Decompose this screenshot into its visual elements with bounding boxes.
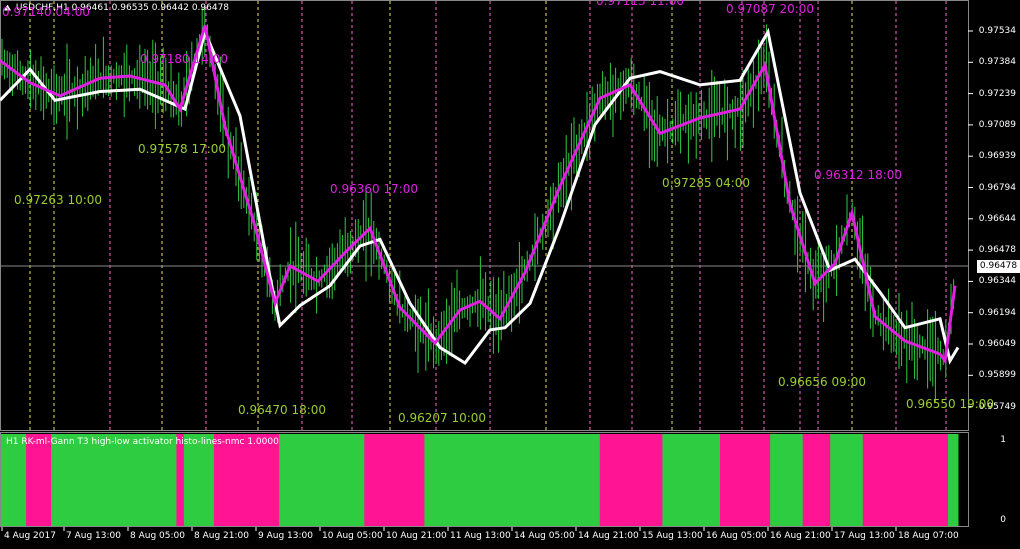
time-label: 16 Aug 05:00: [706, 531, 767, 541]
time-label: 4 Aug 2017: [4, 531, 56, 541]
current-price-badge: 0.96478: [977, 260, 1020, 273]
histogram-segment: [599, 434, 663, 526]
histogram-segment: [51, 434, 177, 526]
price-annotation: 0.97263 10:00: [14, 193, 103, 207]
symbol-ohlc: 0.96461 0.96535 0.96442 0.96478: [71, 3, 230, 13]
price-annotation: 0.96470 18:00: [238, 403, 327, 417]
price-annotation: 0.96656 09:00: [778, 375, 867, 389]
time-label: 14 Aug 05:00: [514, 531, 575, 541]
price-label: 0.96478: [978, 245, 1016, 256]
price-label: 0.96344: [978, 276, 1016, 287]
histogram-segment: [770, 434, 804, 526]
time-label: 18 Aug 07:00: [898, 531, 959, 541]
price-label: 0.96644: [978, 213, 1016, 224]
histogram-segment: [26, 434, 52, 526]
histogram-segment: [183, 434, 215, 526]
histogram-segment: [176, 434, 185, 526]
indicator-scale-label: 0: [1000, 515, 1006, 525]
price-label: 0.97534: [978, 26, 1016, 36]
time-label: 7 Aug 13:00: [66, 531, 121, 541]
price-annotation: 0.96312 18:00: [814, 168, 903, 182]
time-label: 8 Aug 05:00: [130, 531, 185, 541]
price-label: 0.96939: [978, 151, 1016, 162]
price-label: 0.96049: [978, 339, 1016, 349]
time-label: 14 Aug 21:00: [578, 531, 639, 541]
price-annotation: 0.97087 20:00: [726, 2, 815, 16]
time-label: 8 Aug 21:00: [194, 531, 249, 541]
histogram-segment: [802, 434, 831, 526]
price-label: 0.96194: [978, 307, 1016, 318]
histogram-segment: [213, 434, 280, 526]
time-label: 11 Aug 13:00: [450, 531, 511, 541]
histogram-segment: [279, 434, 365, 526]
price-annotation: 0.97113 11:00: [596, 0, 685, 8]
histogram-segment: [662, 434, 721, 526]
time-label: 15 Aug 13:00: [642, 531, 703, 541]
price-label: 0.97239: [978, 88, 1016, 99]
activator-histogram: [1, 434, 959, 526]
price-annotation: 0.97578 17:00: [138, 142, 227, 156]
histogram-segment: [862, 434, 949, 526]
time-label: 17 Aug 13:00: [834, 531, 895, 541]
price-label: 0.97089: [978, 119, 1016, 130]
chart-canvas[interactable]: [0, 0, 1020, 549]
price-annotation: 0.96207 10:00: [398, 411, 487, 425]
price-label: 0.96794: [978, 182, 1016, 193]
price-annotation: 0.96550 19:00: [906, 397, 995, 411]
time-label: 10 Aug 21:00: [386, 531, 447, 541]
time-label: 10 Aug 05:00: [322, 531, 383, 541]
price-annotation: 0.97180 14:00: [140, 52, 229, 66]
histogram-segment: [948, 434, 959, 526]
price-annotation: 0.97285 04:00: [662, 176, 751, 190]
time-label: 16 Aug 21:00: [770, 531, 831, 541]
time-label: 9 Aug 13:00: [258, 531, 313, 541]
indicator-scale-label: 1: [1000, 435, 1006, 445]
histogram-segment: [424, 434, 601, 526]
histogram-segment: [1, 434, 27, 526]
price-label: 0.97384: [978, 57, 1016, 68]
histogram-segment: [720, 434, 771, 526]
price-label: 0.95899: [978, 370, 1016, 381]
histogram-segment: [830, 434, 864, 526]
histogram-segment: [364, 434, 425, 526]
price-annotation: 0.96360 17:00: [330, 182, 419, 196]
indicator-title: H1 RK-ml-Gann T3 high-low activator hist…: [6, 437, 279, 447]
white-signal-line: [0, 27, 960, 365]
price-annotation: 0.97140 04:00: [2, 5, 91, 19]
